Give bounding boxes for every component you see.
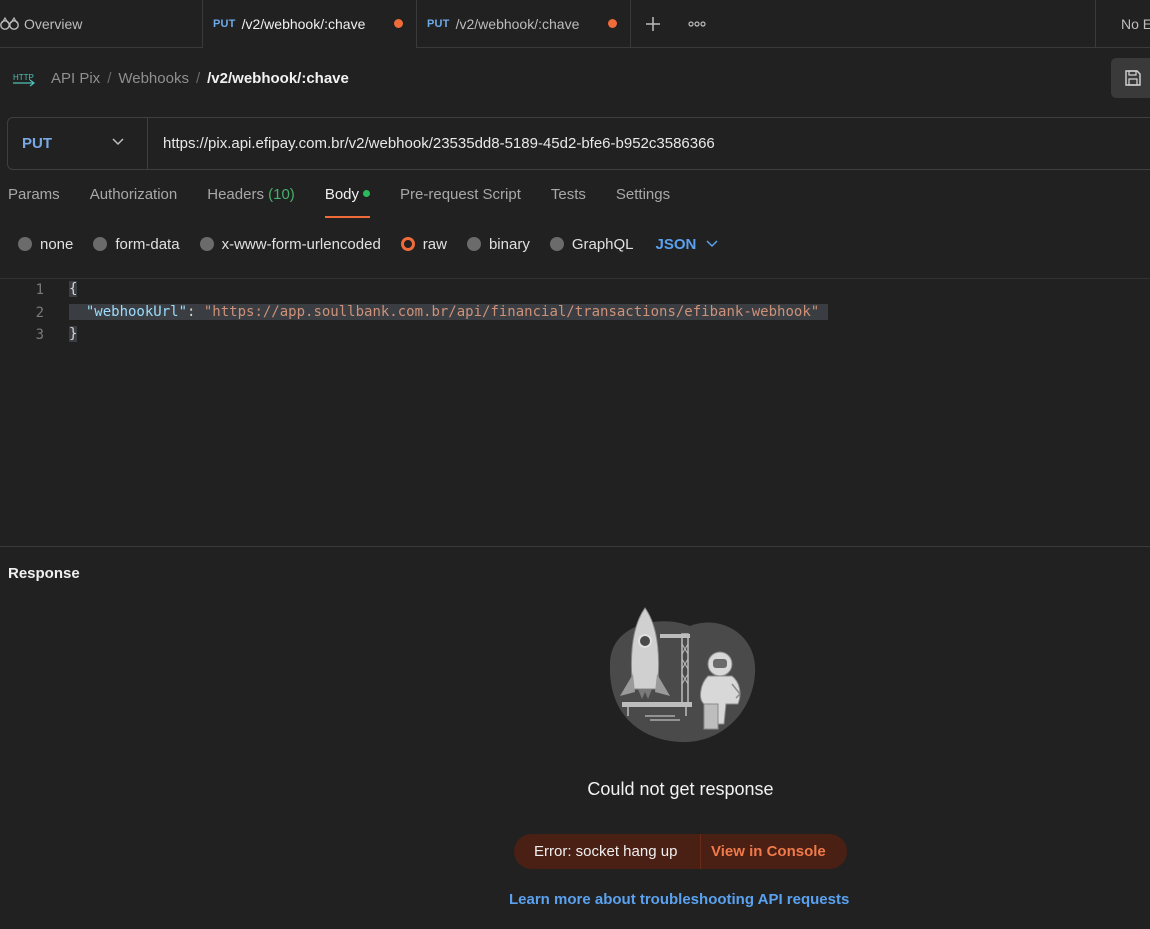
tab-body-label: Body [324,186,360,203]
url-bar: PUT https://pix.api.efipay.com.br/v2/web… [7,117,1150,170]
overview-icon [0,17,19,30]
body-indicator-dot-icon [363,190,371,197]
tab-request[interactable]: PUT /v2/webhook/:chave [417,0,631,48]
tab-body[interactable]: Body [324,186,371,218]
tab-headers[interactable]: Headers (10) [207,186,295,218]
tab-method: PUT [427,18,450,30]
line-number: 1 [35,282,44,298]
request-tabs: Params Authorization Headers (10) Body P… [8,186,700,218]
radio-none-label: none [40,235,74,253]
radio-circle-selected [400,237,415,251]
unsaved-dot-icon [394,19,403,28]
breadcrumb-separator: / [195,70,201,87]
editor-line: 3 } [0,324,1150,346]
method-label: PUT [22,135,52,152]
view-in-console-link[interactable]: View in Console [701,843,826,860]
code-line: { [69,281,78,297]
learn-more-link[interactable]: Learn more about troubleshooting API req… [509,891,849,908]
language-select[interactable]: JSON [656,236,719,253]
chevron-down-icon [706,240,718,248]
tab-prerequest-label: Pre-request Script [400,186,521,203]
radio-raw[interactable]: raw [400,235,447,253]
radio-urlencoded[interactable]: x-www-form-urlencoded [199,235,381,253]
environment-label: No E [1121,15,1150,32]
save-icon [1125,70,1141,86]
unsaved-dot-icon [608,19,617,28]
save-button[interactable] [1111,58,1150,98]
radio-none[interactable]: none [18,236,73,253]
method-select[interactable]: PUT [8,118,148,169]
tab-headers-label: Headers [207,186,264,203]
url-input[interactable]: https://pix.api.efipay.com.br/v2/webhook… [148,135,715,152]
editor-line: 2 "webhookUrl": "https://app.soullbank.c… [0,302,1150,324]
radio-form-data-label: form-data [115,235,180,253]
code-value: "https://app.soullbank.com.br/api/financ… [203,304,820,320]
line-number: 3 [35,327,44,343]
line-number: 2 [35,305,44,321]
more-tabs-button[interactable] [675,0,719,47]
rocket-astronaut-illustration [609,607,756,743]
radio-binary[interactable]: binary [466,235,530,253]
radio-binary-label: binary [488,235,530,253]
http-icon: HTTP [13,73,35,87]
code-line: "webhookUrl": "https://app.soullbank.com… [69,304,828,320]
tab-prerequest-script[interactable]: Pre-request Script [400,186,521,218]
tab-request-label: /v2/webhook/:chave [455,16,580,32]
radio-raw-label: raw [422,235,447,253]
code-line: } [69,326,78,342]
radio-urlencoded-label: x-www-form-urlencoded [221,235,381,253]
tab-tests-label: Tests [550,186,586,203]
tab-settings[interactable]: Settings [616,186,670,218]
breadcrumb-folder[interactable]: Webhooks [118,70,189,87]
tab-authorization[interactable]: Authorization [90,186,178,218]
environment-selector[interactable]: No E [1096,0,1150,47]
body-type-options: none form-data x-www-form-urlencoded raw… [18,233,718,255]
tab-bar-spacer [719,0,1096,47]
radio-circle [549,237,564,251]
headers-count: (10) [268,186,295,203]
response-message: Could not get response [587,779,774,799]
radio-form-data[interactable]: form-data [93,235,180,253]
code-open-brace: { [69,281,78,297]
tab-request-active[interactable]: PUT /v2/webhook/:chave [203,0,417,48]
radio-circle [18,237,32,251]
tab-params[interactable]: Params [8,186,60,218]
tab-overview-label: Overview [24,16,83,32]
error-pill: Error: socket hang up View in Console [514,834,847,869]
breadcrumb: API Pix / Webhooks / /v2/webhook/:chave [51,70,349,87]
radio-circle [93,237,108,251]
error-text: Error: socket hang up [534,843,678,860]
tab-method: PUT [213,18,236,30]
code-editor[interactable]: 1 { 2 "webhookUrl": "https://app.soullba… [0,278,1150,546]
pane-divider[interactable] [0,546,1150,547]
chevron-down-icon [112,138,124,146]
response-title: Response [8,565,80,582]
language-label: JSON [655,235,697,253]
breadcrumb-separator: / [107,70,112,87]
radio-circle [199,237,214,251]
radio-graphql[interactable]: GraphQL [549,235,634,253]
tab-tests[interactable]: Tests [551,186,586,218]
breadcrumb-collection[interactable]: API Pix [51,70,100,87]
tab-authorization-label: Authorization [89,186,178,203]
plus-icon [646,16,660,31]
tab-params-label: Params [8,186,60,203]
breadcrumb-current[interactable]: /v2/webhook/:chave [207,70,349,87]
more-icon [688,20,706,27]
tab-bar: Overview PUT /v2/webhook/:chave PUT /v2/… [0,0,1150,48]
code-key: "webhookUrl" [85,304,188,320]
radio-circle [466,237,481,251]
tab-request-label: /v2/webhook/:chave [241,16,366,32]
code-close-brace: } [69,326,78,342]
editor-line: 1 { [0,279,1150,301]
radio-graphql-label: GraphQL [571,235,634,253]
new-tab-button[interactable] [631,0,675,47]
code-colon: : [187,304,204,320]
tab-overview[interactable]: Overview [0,0,203,48]
tab-settings-label: Settings [615,186,671,203]
